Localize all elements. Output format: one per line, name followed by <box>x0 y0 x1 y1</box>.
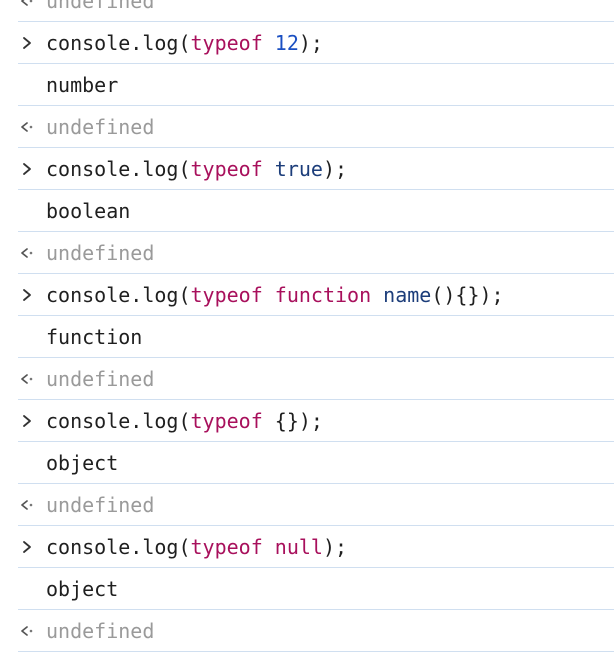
code-token: typeof <box>190 31 263 55</box>
console-output-row: function <box>18 316 614 358</box>
console-result-row: undefined <box>18 106 614 148</box>
console-result-row: undefined <box>18 232 614 274</box>
code-token: console.log( <box>46 157 191 181</box>
chevron-right-icon <box>23 163 31 175</box>
code-token: name <box>383 283 432 307</box>
return-arrow-icon <box>21 500 33 510</box>
console-output-row: object <box>18 442 614 484</box>
console-output-text: boolean <box>46 199 131 223</box>
code-token: null <box>274 535 323 559</box>
code-token: ); <box>322 535 348 559</box>
console-result-value: undefined <box>46 0 155 13</box>
console-input-row: console.log(typeof true); <box>18 148 614 190</box>
code-token: typeof <box>190 535 263 559</box>
code-token: ); <box>322 157 348 181</box>
code-token: {}); <box>262 409 323 433</box>
chevron-right-icon <box>23 415 31 427</box>
return-arrow-icon <box>21 122 33 132</box>
return-arrow-icon <box>21 248 33 258</box>
console-input-row: console.log(typeof null); <box>18 526 614 568</box>
code-token: console.log( <box>46 409 191 433</box>
console-result-row: undefined <box>18 358 614 400</box>
code-token: ); <box>298 31 323 55</box>
console-result-value: undefined <box>46 619 155 643</box>
console-result-value: undefined <box>46 115 155 139</box>
console-input-row: console.log(typeof {}); <box>18 400 614 442</box>
console-input-code: console.log(typeof 12); <box>46 31 323 55</box>
console-input-code: console.log(typeof function name(){}); <box>46 283 504 307</box>
code-token: function <box>274 283 372 307</box>
code-token: typeof <box>190 409 263 433</box>
console-result-row: undefined <box>18 610 614 652</box>
return-arrow-icon <box>21 626 33 636</box>
code-token: console.log( <box>46 283 191 307</box>
console-result-row: undefined <box>18 484 614 526</box>
console-result-value: undefined <box>46 241 155 265</box>
console-result-row: undefined <box>18 0 614 22</box>
code-token: true <box>274 157 323 181</box>
console-output-row: boolean <box>18 190 614 232</box>
console-input-row: console.log(typeof 12); <box>18 22 614 64</box>
return-arrow-icon <box>21 0 33 6</box>
console-output-text: number <box>46 73 119 97</box>
console-log: undefined console.log(typeof 12); number un… <box>0 0 614 652</box>
console-output-row: object <box>18 568 614 610</box>
console-input-code: console.log(typeof null); <box>46 535 347 559</box>
return-arrow-icon <box>21 374 33 384</box>
chevron-right-icon <box>23 289 31 301</box>
code-token: console.log( <box>46 535 191 559</box>
console-input-code: console.log(typeof true); <box>46 157 347 181</box>
console-result-value: undefined <box>46 367 155 391</box>
code-token: console.log( <box>46 31 191 55</box>
console-input-row: console.log(typeof function name(){}); <box>18 274 614 316</box>
console-output-row: number <box>18 64 614 106</box>
console-output-text: object <box>46 577 119 601</box>
chevron-right-icon <box>23 37 31 49</box>
console-output-text: function <box>46 325 143 349</box>
console-output-text: object <box>46 451 119 475</box>
console-input-code: console.log(typeof {}); <box>46 409 323 433</box>
code-token: typeof <box>190 157 263 181</box>
console-result-value: undefined <box>46 493 155 517</box>
code-token: 12 <box>274 31 299 55</box>
chevron-right-icon <box>23 541 31 553</box>
code-token: typeof <box>190 283 263 307</box>
code-token: (){}); <box>431 283 504 307</box>
